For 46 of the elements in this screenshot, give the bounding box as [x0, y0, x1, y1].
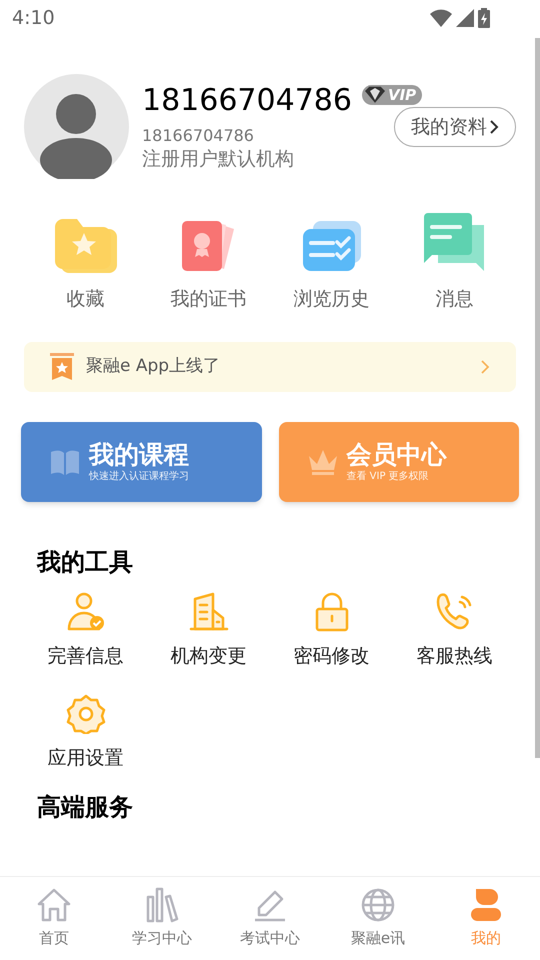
tab-item[interactable]: 考试中心: [216, 887, 324, 960]
shortcut-item[interactable]: 收藏: [24, 211, 147, 314]
account-number: 18166704786: [142, 125, 254, 147]
card-subtitle: 快速进入认证课程学习: [89, 470, 189, 484]
tab-item[interactable]: 首页: [0, 887, 108, 960]
tool-item[interactable]: 完善信息: [24, 592, 147, 670]
books-icon: [144, 887, 180, 923]
tab-item[interactable]: 聚融e讯: [324, 887, 432, 960]
book-icon: [49, 448, 81, 476]
folder-star-icon: [54, 219, 116, 273]
tool-item[interactable]: 应用设置: [24, 694, 147, 772]
phone-icon: [434, 592, 474, 632]
courses-card[interactable]: 我的课程 快速进入认证课程学习: [21, 422, 262, 502]
shortcut-item[interactable]: 我的证书: [147, 211, 270, 314]
tab-item[interactable]: 学习中心: [108, 887, 216, 960]
tool-item[interactable]: 密码修改: [270, 592, 393, 670]
home-icon: [36, 887, 72, 923]
vip-badge: VIP: [362, 85, 422, 105]
checklist-icon: [300, 219, 362, 273]
tool-item[interactable]: 机构变更: [147, 592, 270, 670]
section-title: 我的工具: [36, 546, 134, 578]
crown-icon: [306, 448, 338, 476]
profile-button[interactable]: 我的资料: [394, 107, 516, 147]
gear-icon: [66, 694, 106, 734]
person-icon: [468, 887, 504, 923]
shortcut-item[interactable]: 浏览历史: [270, 211, 393, 314]
chevron-right-icon: [480, 358, 490, 374]
building-icon: [188, 592, 228, 632]
section-title: 高端服务: [36, 792, 134, 822]
battery-icon: [478, 8, 490, 28]
bookmark-star-icon: [50, 352, 74, 380]
signal-icon: [456, 9, 474, 27]
user-name: 18166704786: [142, 82, 352, 120]
notice-banner[interactable]: 聚融e App上线了: [24, 342, 516, 392]
shortcut-item[interactable]: 消息: [393, 211, 516, 314]
globe-icon: [360, 887, 396, 923]
wifi-icon: [430, 9, 452, 27]
chevron-right-icon: [489, 119, 499, 135]
card-title: 我的课程: [89, 440, 189, 470]
card-title: 会员中心: [346, 440, 446, 470]
tool-item[interactable]: 客服热线: [393, 592, 516, 670]
user-check-icon: [66, 592, 106, 632]
card-subtitle: 查看 VIP 更多权限: [346, 470, 430, 484]
chat-bubbles-icon: [424, 213, 486, 273]
organization-name: 注册用户默认机构: [142, 147, 295, 171]
status-time: 4:10: [12, 6, 55, 31]
